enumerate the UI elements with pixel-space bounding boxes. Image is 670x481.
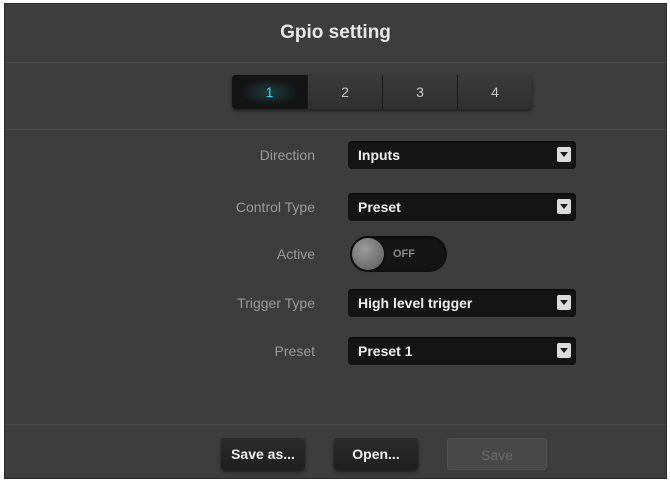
toggle-state-text: OFF <box>393 248 415 260</box>
chevron-down-icon <box>557 199 571 214</box>
preset-label: Preset <box>274 343 315 359</box>
toggle-knob <box>352 238 384 270</box>
gpio-setting-dialog: Gpio setting 1 2 3 4 Direction Inputs Co… <box>4 3 667 479</box>
chevron-down-icon <box>557 295 571 310</box>
chevron-down-icon <box>557 343 571 358</box>
save-button[interactable]: Save <box>447 438 547 470</box>
trigger-type-select[interactable]: High level trigger <box>348 289 576 317</box>
gpio-tab-bar: 1 2 3 4 <box>232 75 532 109</box>
trigger-type-value: High level trigger <box>358 295 473 311</box>
tab-gpio-3[interactable]: 3 <box>382 75 457 109</box>
direction-select[interactable]: Inputs <box>348 141 576 169</box>
open-button[interactable]: Open... <box>334 438 418 470</box>
save-as-button[interactable]: Save as... <box>221 438 305 470</box>
control-type-select[interactable]: Preset <box>348 193 576 221</box>
tab-gpio-1[interactable]: 1 <box>232 75 307 109</box>
trigger-type-label: Trigger Type <box>237 295 315 311</box>
control-type-label: Control Type <box>235 199 315 215</box>
tab-gpio-4[interactable]: 4 <box>457 75 532 109</box>
divider-bottom <box>5 424 666 425</box>
direction-label: Direction <box>259 147 315 163</box>
tab-gpio-2[interactable]: 2 <box>307 75 382 109</box>
active-toggle[interactable]: OFF <box>350 236 447 272</box>
preset-select[interactable]: Preset 1 <box>348 337 576 365</box>
direction-value: Inputs <box>358 147 400 163</box>
preset-value: Preset 1 <box>358 343 413 359</box>
chevron-down-icon <box>557 147 571 162</box>
divider-top <box>5 129 666 130</box>
control-type-value: Preset <box>358 199 401 215</box>
dialog-title: Gpio setting <box>5 4 666 63</box>
active-label: Active <box>276 246 315 262</box>
